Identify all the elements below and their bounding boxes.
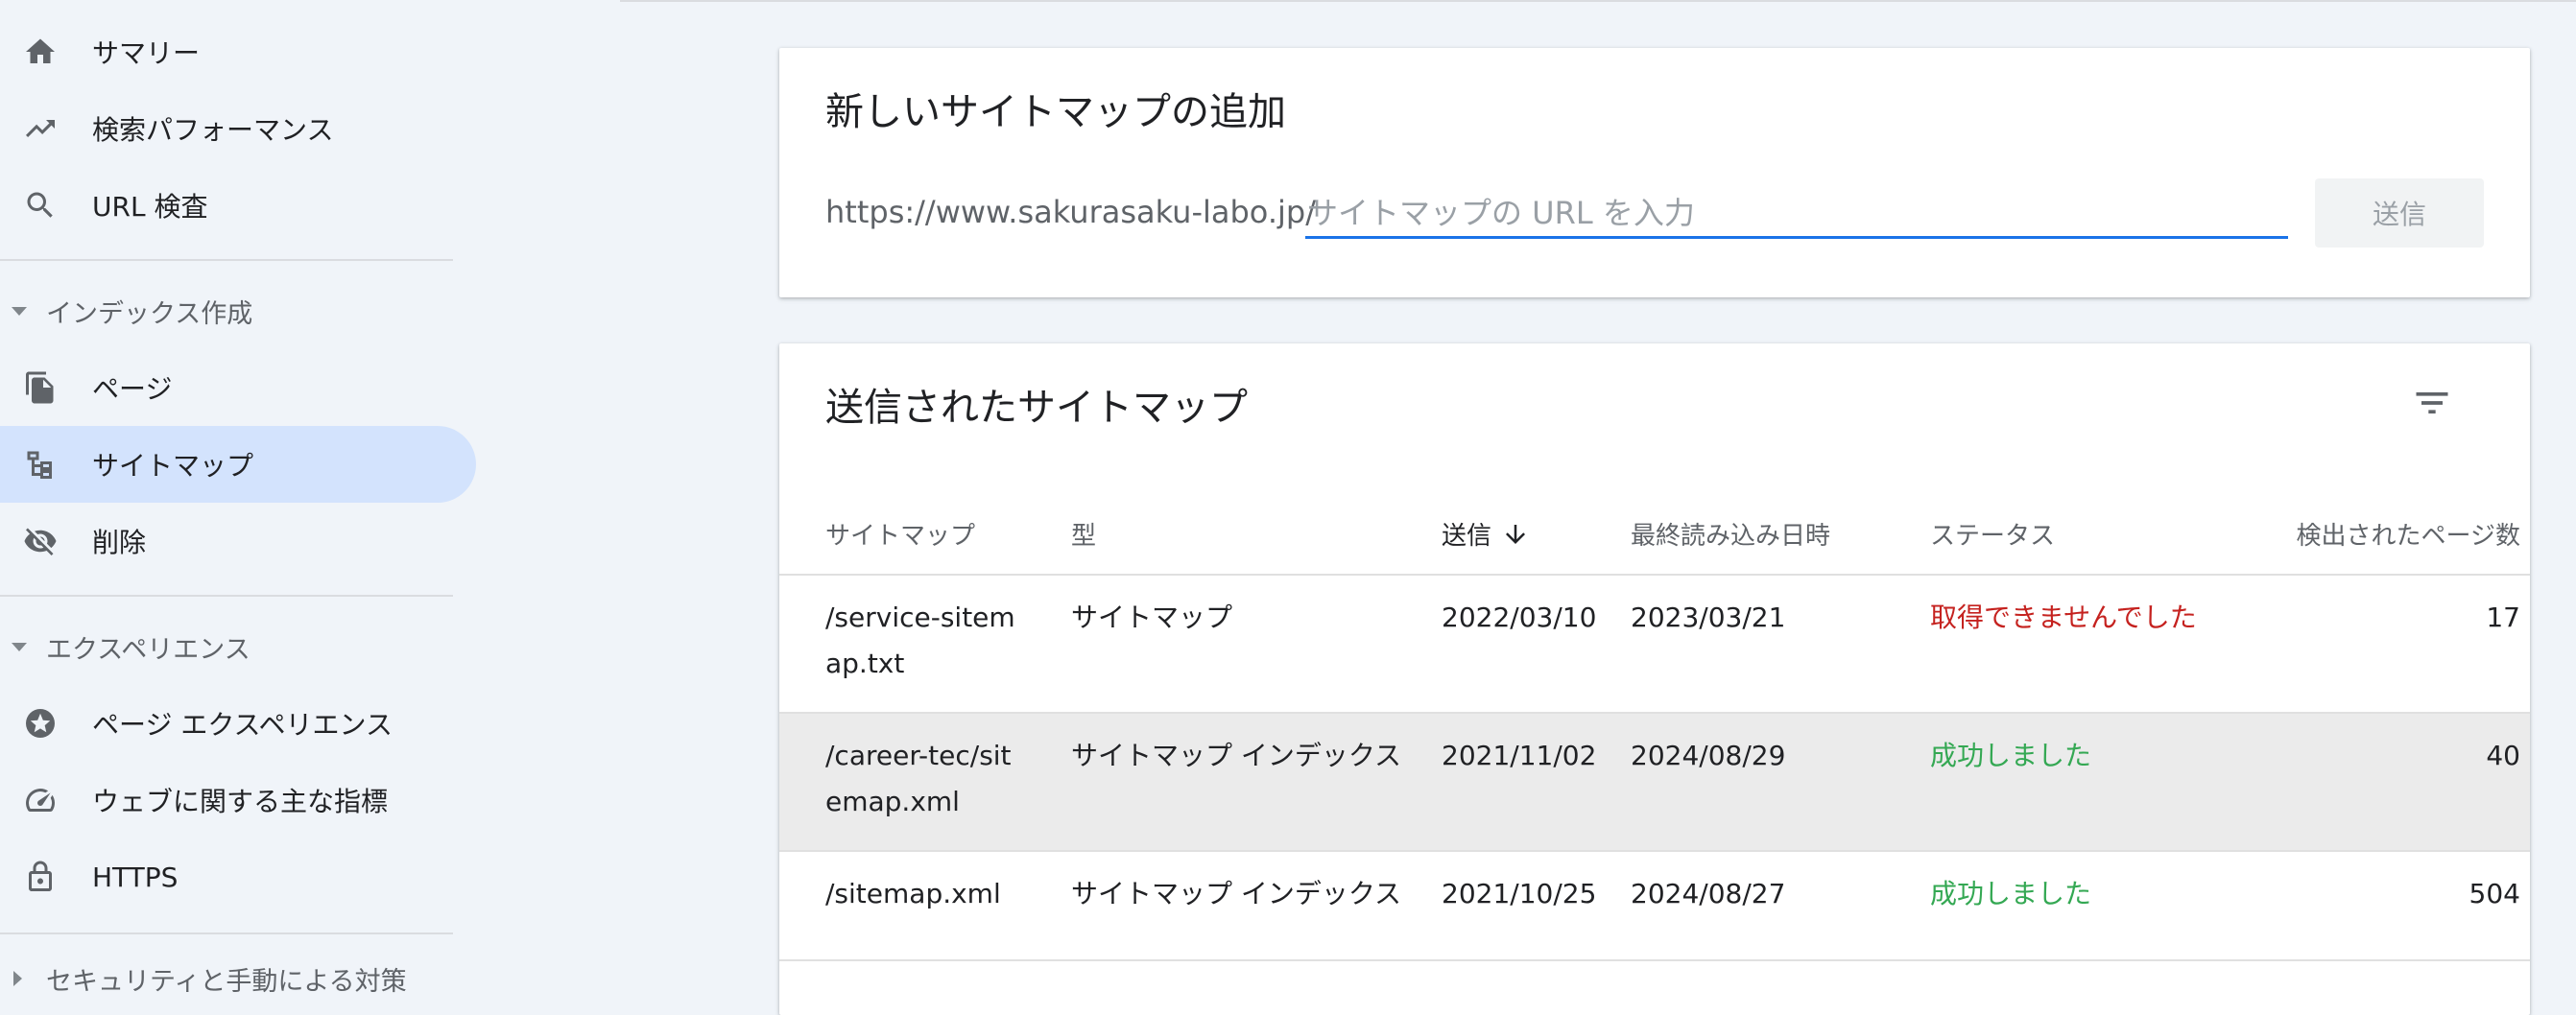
column-header-pages[interactable]: 検出されたページ数 [2297, 516, 2520, 552]
table-row[interactable]: /service-sitemap.txt サイトマップ 2022/03/10 2… [779, 576, 2530, 714]
sidebar-divider [0, 932, 453, 934]
sitemap-type: サイトマップ [1071, 602, 1233, 633]
last-read-date: 2024/08/27 [1631, 878, 1786, 909]
column-header-type[interactable]: 型 [1071, 516, 1096, 552]
submitted-date: 2021/10/25 [1442, 878, 1597, 909]
last-read-date: 2023/03/21 [1631, 602, 1786, 633]
column-header-last-read[interactable]: 最終読み込み日時 [1631, 516, 1830, 552]
sidebar-item-summary[interactable]: サマリー [0, 13, 476, 90]
sitemap-type: サイトマップ インデックス [1071, 878, 1402, 909]
filter-icon[interactable] [2411, 382, 2453, 424]
url-prefix: https://www.sakurasaku-labo.jp/ [825, 194, 1316, 230]
file-copy-icon [23, 370, 58, 405]
sidebar: サマリー 検索パフォーマンス URL 検査 インデックス作成 ページ サイトマッ… [0, 0, 614, 997]
sidebar-item-label: サイトマップ [92, 450, 254, 482]
trending-up-icon [23, 111, 58, 146]
sidebar-item-label: ウェブに関する主な指標 [92, 786, 389, 817]
sidebar-item-https[interactable]: HTTPS [0, 838, 476, 915]
visibility-off-icon [23, 524, 58, 558]
sidebar-divider [0, 259, 453, 261]
sidebar-item-page-experience[interactable]: ページ エクスペリエンス [0, 685, 476, 762]
column-header-sitemap[interactable]: サイトマップ [825, 516, 975, 552]
sidebar-item-sitemaps[interactable]: サイトマップ [0, 426, 476, 503]
add-sitemap-card: 新しいサイトマップの追加 https://www.sakurasaku-labo… [779, 48, 2530, 297]
search-icon [23, 188, 58, 223]
section-title: インデックス作成 [46, 298, 253, 329]
table-row[interactable]: /career-tec/sitemap.xml サイトマップ インデックス 20… [779, 714, 2530, 852]
sidebar-item-performance[interactable]: 検索パフォーマンス [0, 90, 476, 167]
sitemap-icon [23, 447, 58, 482]
column-header-label: 送信 [1442, 522, 1492, 551]
last-read-date: 2024/08/29 [1631, 740, 1786, 771]
experience-icon [23, 706, 58, 741]
sidebar-item-label: 削除 [92, 527, 147, 558]
expand-caret-icon [12, 642, 27, 651]
sidebar-item-label: 検索パフォーマンス [92, 114, 334, 146]
status-text: 成功しました [1930, 878, 2092, 909]
page-count: 17 [2486, 602, 2520, 633]
sidebar-item-label: HTTPS [92, 861, 179, 893]
top-divider [620, 0, 2576, 2]
sidebar-item-core-web-vitals[interactable]: ウェブに関する主な指標 [0, 762, 476, 838]
sidebar-item-label: ページ [92, 373, 173, 405]
submit-button[interactable]: 送信 [2315, 178, 2484, 248]
sidebar-item-label: サマリー [92, 37, 201, 69]
page-count: 504 [2469, 878, 2520, 909]
sitemap-path: /sitemap.xml [825, 878, 1001, 909]
sidebar-item-pages[interactable]: ページ [0, 349, 476, 426]
sitemap-path: /career-tec/sitemap.xml [825, 740, 1012, 817]
sitemap-type: サイトマップ インデックス [1071, 740, 1402, 771]
lock-icon [23, 860, 58, 894]
sidebar-item-label: URL 検査 [92, 191, 208, 223]
sidebar-item-label: ページ エクスペリエンス [92, 709, 393, 741]
section-title: エクスペリエンス [46, 634, 250, 665]
submitted-sitemaps-title: 送信されたサイトマップ [825, 386, 1248, 430]
status-text: 成功しました [1930, 740, 2092, 771]
column-header-status[interactable]: ステータス [1930, 516, 2055, 552]
speed-icon [23, 783, 58, 817]
column-header-submitted[interactable]: 送信 [1442, 516, 1530, 552]
sitemap-url-input[interactable] [1305, 190, 2288, 239]
add-sitemap-title: 新しいサイトマップの追加 [825, 90, 1286, 134]
sidebar-item-removals[interactable]: 削除 [0, 503, 476, 579]
home-icon [23, 35, 58, 69]
submitted-date: 2022/03/10 [1442, 602, 1597, 633]
sidebar-divider [0, 595, 453, 597]
sort-descending-icon [1501, 520, 1530, 549]
sidebar-item-url-inspection[interactable]: URL 検査 [0, 167, 476, 244]
status-text: 取得できませんでした [1930, 602, 2197, 633]
page-count: 40 [2486, 740, 2520, 771]
submitted-sitemaps-card: 送信されたサイトマップ サイトマップ 型 送信 最終読み込み日時 ステータス 検… [779, 343, 2530, 1015]
sitemap-path: /service-sitemap.txt [825, 602, 1015, 679]
section-title: セキュリティと手動による対策 [46, 966, 407, 997]
table-header: サイトマップ 型 送信 最終読み込み日時 ステータス 検出されたページ数 [779, 489, 2530, 576]
table-row[interactable]: /sitemap.xml サイトマップ インデックス 2021/10/25 20… [779, 852, 2530, 961]
submitted-date: 2021/11/02 [1442, 740, 1597, 771]
expand-caret-icon [12, 306, 27, 316]
